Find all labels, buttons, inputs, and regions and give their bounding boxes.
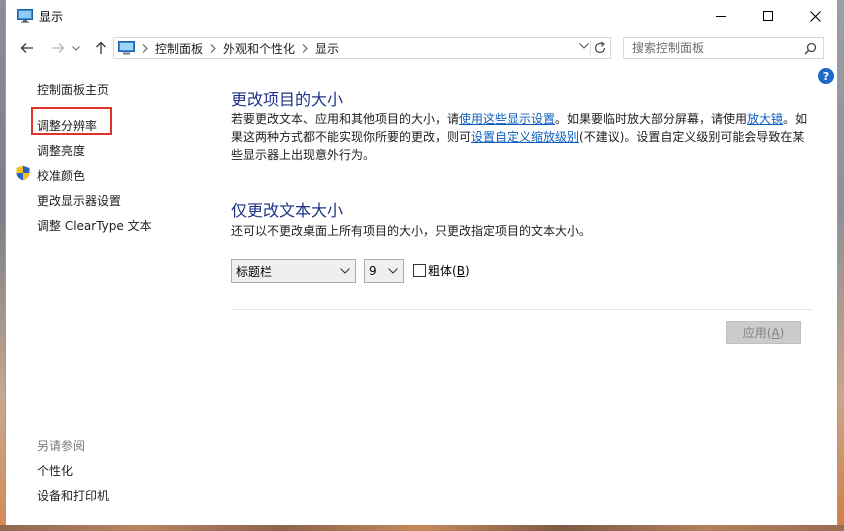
section-divider — [231, 309, 812, 310]
chevron-right-icon — [302, 43, 308, 53]
chevron-down-icon — [388, 268, 398, 274]
chevron-right-icon — [210, 43, 216, 53]
see-also-title: 另请参阅 — [37, 439, 86, 453]
arrow-up-icon — [96, 41, 106, 54]
close-button[interactable] — [792, 0, 838, 32]
apply-accelerator: A — [771, 325, 780, 340]
arrow-left-icon — [20, 43, 33, 53]
breadcrumb-appearance[interactable]: 外观和个性化 — [223, 40, 295, 57]
chevron-right-icon — [142, 43, 148, 53]
up-button[interactable] — [90, 38, 112, 58]
description-text: 若要更改文本、应用和其他项目的大小，请 — [231, 112, 460, 126]
sidebar-item-change-display-settings[interactable]: 更改显示器设置 — [37, 192, 121, 209]
monitor-icon — [17, 9, 33, 23]
breadcrumb-display[interactable]: 显示 — [315, 40, 339, 57]
navigation-bar: 控制面板 外观和个性化 显示 — [6, 32, 837, 64]
shield-icon — [16, 165, 30, 181]
display-window: 显示 控制面板 外观和个性化 显示 搜索控制面板 ? 控制面板主页 调整分辨率 … — [5, 0, 838, 525]
sidebar-item-calibrate-color[interactable]: 校准颜色 — [37, 167, 85, 184]
desktop-background-bottom — [0, 525, 844, 531]
heading-change-text-size: 仅更改文本大小 — [231, 201, 344, 220]
title-bar[interactable]: 显示 — [6, 0, 837, 32]
address-bar[interactable]: 控制面板 外观和个性化 显示 — [113, 37, 611, 59]
sidebar-item-personalization[interactable]: 个性化 — [37, 462, 73, 479]
chevron-down-icon — [340, 268, 350, 274]
apply-label: 应用 — [742, 326, 767, 340]
forward-button[interactable] — [47, 38, 69, 58]
bold-checkbox[interactable] — [413, 264, 426, 277]
search-icon[interactable] — [804, 42, 817, 55]
sidebar-item-cleartype[interactable]: 调整 ClearType 文本 — [37, 217, 152, 234]
sidebar-item-devices-printers[interactable]: 设备和打印机 — [37, 487, 109, 504]
item-select-value: 标题栏 — [236, 264, 273, 279]
desktop-background-right — [838, 0, 844, 531]
close-icon — [809, 10, 821, 22]
bold-accelerator: B — [456, 264, 465, 278]
arrow-right-icon — [52, 43, 65, 53]
bold-label[interactable]: 粗体(B) — [428, 262, 470, 279]
bold-label-text: 粗体 — [428, 264, 453, 278]
heading-change-item-size: 更改项目的大小 — [231, 90, 344, 109]
sidebar-item-control-panel-home[interactable]: 控制面板主页 — [37, 81, 109, 98]
minimize-icon — [716, 16, 726, 17]
maximize-icon — [763, 11, 773, 21]
apply-button[interactable]: 应用(A) — [726, 321, 801, 344]
display-settings-link[interactable]: 使用这些显示设置 — [459, 112, 555, 126]
search-input[interactable] — [632, 41, 792, 55]
change-size-description: 若要更改文本、应用和其他项目的大小，请使用这些显示设置。如果要临时放大部分屏幕，… — [231, 110, 813, 164]
maximize-button[interactable] — [745, 0, 791, 32]
description-text: 。如果要临时放大部分屏幕，请使用 — [555, 112, 748, 126]
breadcrumb-control-panel[interactable]: 控制面板 — [155, 40, 203, 57]
refresh-icon[interactable] — [593, 41, 607, 55]
font-size-select[interactable]: 9 — [364, 259, 404, 283]
text-size-description: 还可以不更改桌面上所有项目的大小，只更改指定项目的文本大小。 — [231, 224, 592, 238]
back-button[interactable] — [16, 38, 38, 58]
font-size-value: 9 — [369, 264, 377, 278]
search-box[interactable] — [623, 37, 824, 59]
chevron-down-icon — [72, 45, 80, 51]
control-panel-icon — [118, 41, 135, 55]
sidebar-item-adjust-brightness[interactable]: 调整亮度 — [37, 142, 85, 159]
window-title: 显示 — [39, 10, 64, 24]
help-button[interactable]: ? — [818, 68, 834, 84]
sidebar-item-adjust-resolution[interactable]: 调整分辨率 — [37, 117, 97, 134]
address-divider — [590, 40, 591, 56]
item-select[interactable]: 标题栏 — [231, 259, 356, 283]
magnifier-link[interactable]: 放大镜 — [747, 112, 783, 126]
recent-locations-button[interactable] — [70, 38, 82, 58]
custom-scaling-link[interactable]: 设置自定义缩放级别 — [471, 130, 579, 144]
address-dropdown-icon[interactable] — [579, 43, 589, 49]
minimize-button[interactable] — [698, 0, 744, 32]
